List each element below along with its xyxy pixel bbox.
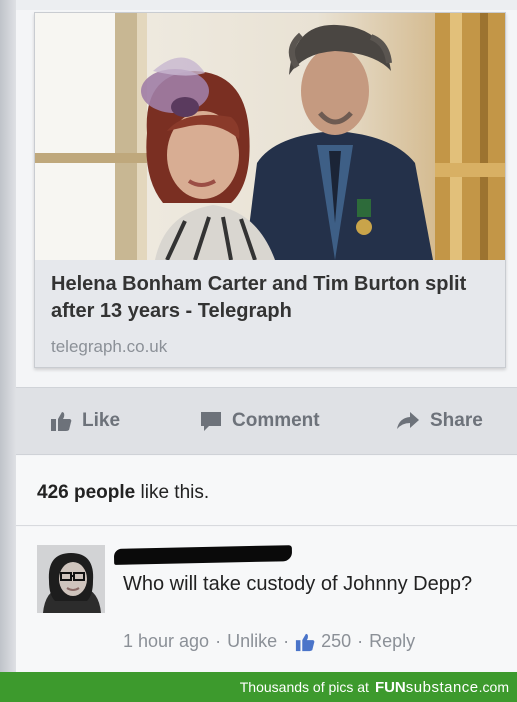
link-headline[interactable]: Helena Bonham Carter and Tim Burton spli… — [51, 271, 491, 325]
share-button[interactable]: Share — [396, 408, 483, 434]
share-button-label: Share — [430, 410, 483, 431]
meta-separator: · — [283, 631, 290, 651]
watermark-bar: Thousands of pics at FUN substance .com — [0, 672, 517, 702]
comment-button[interactable]: Comment — [200, 408, 320, 434]
meta-separator: · — [357, 631, 364, 651]
comment-button-label: Comment — [232, 410, 320, 431]
comment: Who will take custody of Johnny Depp? 1 … — [16, 527, 517, 672]
share-arrow-icon — [397, 412, 419, 429]
likes-suffix: like this. — [135, 482, 210, 503]
avatar-photo — [37, 545, 105, 613]
watermark-text: Thousands of pics at — [239, 679, 369, 695]
likes-summary-text[interactable]: 426 people like this. — [37, 482, 209, 504]
meta-separator: · — [215, 631, 222, 651]
comment-meta: 1 hour ago · Unlike · 250 · Reply — [123, 631, 415, 652]
like-button[interactable]: Like — [50, 408, 120, 434]
post-action-bar: Like Comment Share — [16, 387, 517, 455]
comment-text: Who will take custody of Johnny Depp? — [123, 573, 473, 595]
watermark-tld: .com — [478, 679, 509, 695]
like-button-label: Like — [82, 410, 121, 431]
comment-timestamp[interactable]: 1 hour ago — [123, 631, 209, 652]
commenter-avatar[interactable] — [37, 545, 105, 613]
redacted-commenter-name — [113, 545, 293, 565]
post-top-strip — [16, 0, 517, 10]
thumbs-up-icon — [296, 633, 315, 651]
unlike-link[interactable]: Unlike — [227, 631, 277, 652]
comment-like-count[interactable]: 250 — [321, 631, 351, 652]
article-photo — [35, 13, 505, 260]
likes-summary-row[interactable]: 426 people like this. — [16, 456, 517, 526]
watermark-brand-rest: substance — [405, 678, 479, 696]
comment-bubble-icon — [201, 412, 221, 431]
thumbs-up-icon — [51, 412, 72, 431]
window-left-edge — [0, 0, 16, 672]
link-domain: telegraph.co.uk — [51, 337, 168, 356]
watermark-brand: FUN — [374, 678, 406, 696]
likes-count: 426 people — [37, 482, 136, 503]
link-preview-card[interactable]: Helena Bonham Carter and Tim Burton spli… — [34, 12, 506, 368]
reply-link[interactable]: Reply — [369, 631, 415, 652]
